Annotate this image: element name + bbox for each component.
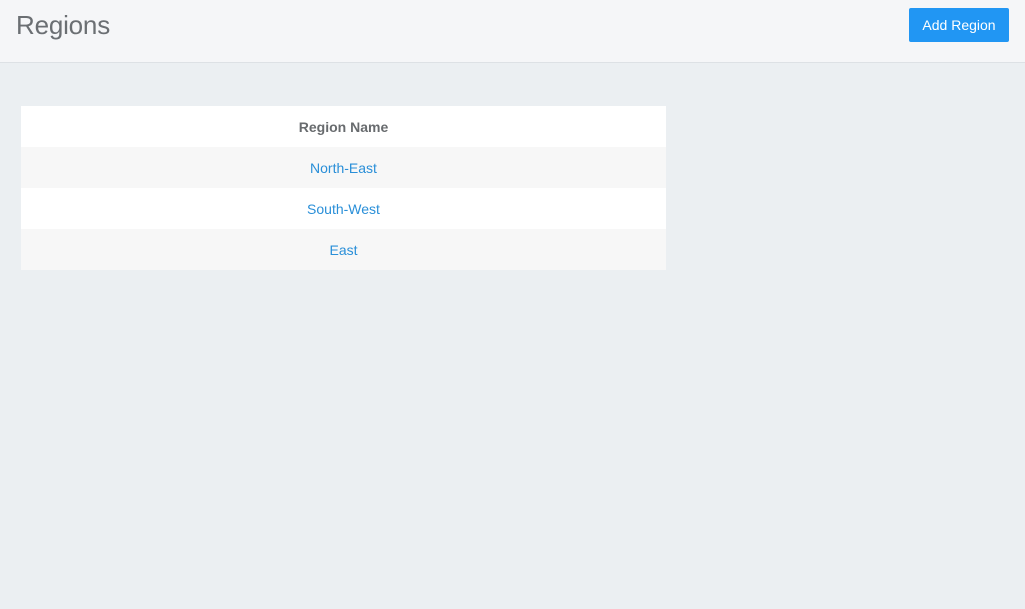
region-link-north-east[interactable]: North-East (310, 160, 377, 176)
column-header-region-name[interactable]: Region Name (21, 106, 666, 147)
table-cell: South-West (21, 188, 666, 229)
regions-table-container: Region Name North-East South-West East (21, 106, 666, 270)
regions-table: Region Name North-East South-West East (21, 106, 666, 270)
table-cell: East (21, 229, 666, 270)
region-link-south-west[interactable]: South-West (307, 201, 380, 217)
table-cell: North-East (21, 147, 666, 188)
table-header-row: Region Name (21, 106, 666, 147)
page-title: Regions (16, 10, 110, 40)
table-row: East (21, 229, 666, 270)
add-region-button[interactable]: Add Region (909, 8, 1009, 42)
page-header: Regions Add Region (0, 0, 1025, 63)
table-row: North-East (21, 147, 666, 188)
region-link-east[interactable]: East (329, 242, 357, 258)
table-row: South-West (21, 188, 666, 229)
